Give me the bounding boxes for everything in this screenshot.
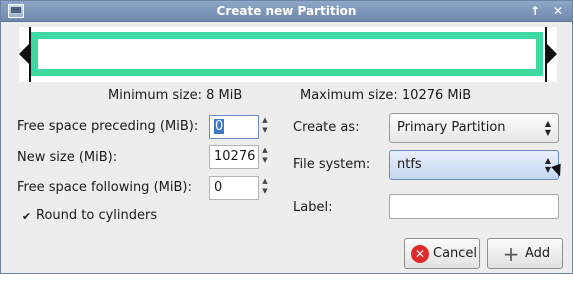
partition-bar[interactable] bbox=[31, 32, 543, 76]
add-button-label: Add bbox=[525, 246, 551, 261]
free-space-following-input[interactable]: 0 bbox=[209, 176, 259, 200]
round-to-cylinders-label[interactable]: Round to cylinders bbox=[36, 208, 157, 223]
file-system-value: ntfs bbox=[397, 157, 422, 172]
new-size-value: 10276 bbox=[214, 149, 256, 164]
partition-resizer[interactable] bbox=[19, 27, 557, 82]
close-icon[interactable]: ✕ bbox=[549, 3, 567, 19]
free-space-preceding-label: Free space preceding (MiB): bbox=[17, 119, 199, 134]
create-as-label: Create as: bbox=[293, 120, 360, 135]
free-space-following-value: 0 bbox=[214, 180, 223, 195]
cancel-icon: ✕ bbox=[411, 245, 429, 263]
chevron-updown-icon: ▲ ▼ bbox=[544, 119, 551, 137]
create-as-select[interactable]: Primary Partition ▲ ▼ bbox=[389, 113, 559, 143]
free-space-following-stepper[interactable]: ▲ ▼ bbox=[260, 176, 270, 200]
keep-above-icon[interactable]: ↑ bbox=[526, 3, 544, 19]
add-button[interactable]: + Add bbox=[487, 238, 563, 269]
add-icon: + bbox=[502, 242, 520, 266]
resize-handle-right-icon[interactable] bbox=[547, 44, 557, 64]
create-as-value: Primary Partition bbox=[397, 120, 506, 135]
new-size-label: New size (MiB): bbox=[17, 150, 118, 165]
free-space-preceding-input[interactable]: 0 bbox=[209, 115, 259, 139]
free-space-following-label: Free space following (MiB): bbox=[17, 180, 192, 195]
new-size-stepper[interactable]: ▲ ▼ bbox=[260, 145, 270, 169]
maximum-size-label: Maximum size: 10276 MiB bbox=[300, 88, 472, 103]
create-partition-dialog: Create new Partition ↑ ✕ Minimum size: 8… bbox=[0, 0, 573, 274]
free-space-preceding-stepper[interactable]: ▲ ▼ bbox=[260, 115, 270, 139]
resize-handle-left-icon[interactable] bbox=[19, 44, 29, 64]
partition-label-label: Label: bbox=[293, 200, 333, 215]
file-system-label: File system: bbox=[293, 157, 371, 172]
file-system-select[interactable]: ntfs ▲ ▼ bbox=[389, 150, 559, 180]
minimum-size-label: Minimum size: 8 MiB bbox=[108, 88, 243, 103]
round-to-cylinders-checkbox[interactable]: ✔ bbox=[20, 210, 33, 223]
chevron-updown-icon: ▲ ▼ bbox=[544, 156, 551, 174]
cancel-button[interactable]: ✕ Cancel bbox=[404, 238, 480, 269]
title-bar[interactable]: Create new Partition ↑ ✕ bbox=[1, 1, 572, 22]
new-size-input[interactable]: 10276 bbox=[209, 145, 259, 169]
window-title: Create new Partition bbox=[216, 4, 357, 18]
cancel-button-label: Cancel bbox=[433, 246, 478, 261]
partition-label-input[interactable] bbox=[389, 194, 559, 219]
free-space-preceding-value: 0 bbox=[214, 119, 225, 134]
